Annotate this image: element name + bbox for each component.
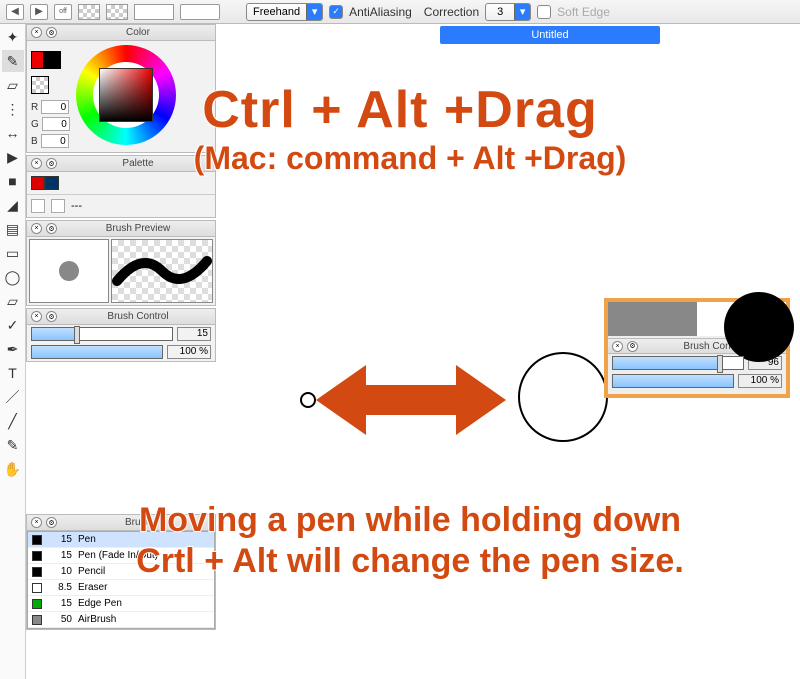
move-tool-icon[interactable]: ↔ <box>2 122 24 144</box>
brush-size-value[interactable]: 15 <box>177 327 211 341</box>
brush-tip-preview <box>29 239 109 303</box>
polyline-tool-icon[interactable]: ▱ <box>2 290 24 312</box>
gear-icon[interactable]: ⚙ <box>46 223 57 234</box>
inset-opacity-slider[interactable] <box>612 374 734 388</box>
brush-tick-icon[interactable]: ✓ <box>2 314 24 336</box>
texture-swatch[interactable] <box>78 4 100 20</box>
close-icon[interactable]: × <box>31 311 42 322</box>
marquee-tool-icon[interactable]: ▭ <box>2 242 24 264</box>
dot-tool-icon[interactable]: ⋮ <box>2 98 24 120</box>
close-icon[interactable]: × <box>612 341 623 352</box>
fill-swatch[interactable] <box>134 4 174 20</box>
history-back[interactable]: ◀ <box>6 4 24 20</box>
gear-icon[interactable]: ⚙ <box>46 311 57 322</box>
history-fwd[interactable]: ▶ <box>30 4 48 20</box>
stroke-style[interactable] <box>180 4 220 20</box>
toolbar: ◀ ▶ off Freehand ▾ ✓ AntiAliasing Correc… <box>0 0 800 24</box>
chevron-updown-icon: ▾ <box>514 4 530 20</box>
softedge-label: Soft Edge <box>557 5 610 19</box>
brush-control-panel: ×⚙Brush Control 15 100 % <box>26 308 216 362</box>
brush-stroke-preview <box>111 239 213 303</box>
brush-row[interactable]: 8.5Eraser <box>28 580 214 596</box>
pointer-tool-icon[interactable]: ▶ <box>2 146 24 168</box>
gradient-tool-icon[interactable]: ▤ <box>2 218 24 240</box>
brush-opacity-slider[interactable] <box>31 345 163 359</box>
off-toggle[interactable]: off <box>54 4 72 20</box>
texture-swatch-2[interactable] <box>106 4 128 20</box>
brush-cursor-small <box>300 392 316 408</box>
brush-cursor-large <box>518 352 608 442</box>
brush-preview-panel: ×⚙Brush Preview <box>26 220 216 306</box>
antialias-checkbox[interactable]: ✓ <box>329 5 343 19</box>
color-square[interactable] <box>99 68 153 122</box>
softedge-checkbox[interactable]: ✓ <box>537 5 551 19</box>
hand-tool-icon[interactable]: ✋ <box>2 458 24 480</box>
close-icon[interactable]: × <box>31 27 42 38</box>
brush-row[interactable]: 15Edge Pen <box>28 596 214 612</box>
brush-row[interactable]: 50AirBrush <box>28 612 214 628</box>
gear-icon[interactable]: ⚙ <box>46 27 57 38</box>
inset-size-slider[interactable] <box>612 356 744 370</box>
chevron-updown-icon: ▾ <box>306 4 322 20</box>
correction-label: Correction <box>424 5 479 19</box>
draw-mode-select[interactable]: Freehand ▾ <box>246 3 323 21</box>
brush-control-inset: ×⚙Brush Control 96 100 % <box>604 298 790 398</box>
magic-wand-icon[interactable]: ✦ <box>2 26 24 48</box>
brush-size-slider[interactable] <box>31 327 173 341</box>
line-tool-icon[interactable]: ／ <box>2 386 24 408</box>
eraser-tool-icon[interactable]: ▱ <box>2 74 24 96</box>
pencil-tool-icon[interactable]: ✎ <box>2 50 24 72</box>
lasso-tool-icon[interactable]: ◯ <box>2 266 24 288</box>
draw-mode-value: Freehand <box>247 6 306 18</box>
brush-opacity-value[interactable]: 100 % <box>167 345 211 359</box>
eyedropper-tool-icon[interactable]: ✎ <box>2 434 24 456</box>
dash-tool-icon[interactable]: ╱ <box>2 410 24 432</box>
close-icon[interactable]: × <box>31 223 42 234</box>
document-tab[interactable]: Untitled <box>440 26 660 44</box>
correction-value[interactable]: 3 ▾ <box>485 3 531 21</box>
annotation-body: Moving a pen while holding downCrtl + Al… <box>30 500 790 582</box>
add-swatch-icon[interactable] <box>31 199 45 213</box>
tool-column: ✦ ✎ ▱ ⋮ ↔ ▶ ■ ◢ ▤ ▭ ◯ ▱ ✓ ✒ T ／ ╱ ✎ ✋ <box>0 24 26 679</box>
pen-tool-icon[interactable]: ✒ <box>2 338 24 360</box>
shape-tool-icon[interactable]: ■ <box>2 170 24 192</box>
double-arrow-icon <box>316 360 506 440</box>
text-tool-icon[interactable]: T <box>2 362 24 384</box>
gear-icon[interactable]: ⚙ <box>627 341 638 352</box>
antialias-label: AntiAliasing <box>349 5 412 19</box>
annotation-sub: (Mac: command + Alt +Drag) <box>40 140 780 177</box>
trash-icon[interactable] <box>51 199 65 213</box>
inset-opacity-value[interactable]: 100 % <box>738 374 782 388</box>
bucket-tool-icon[interactable]: ◢ <box>2 194 24 216</box>
